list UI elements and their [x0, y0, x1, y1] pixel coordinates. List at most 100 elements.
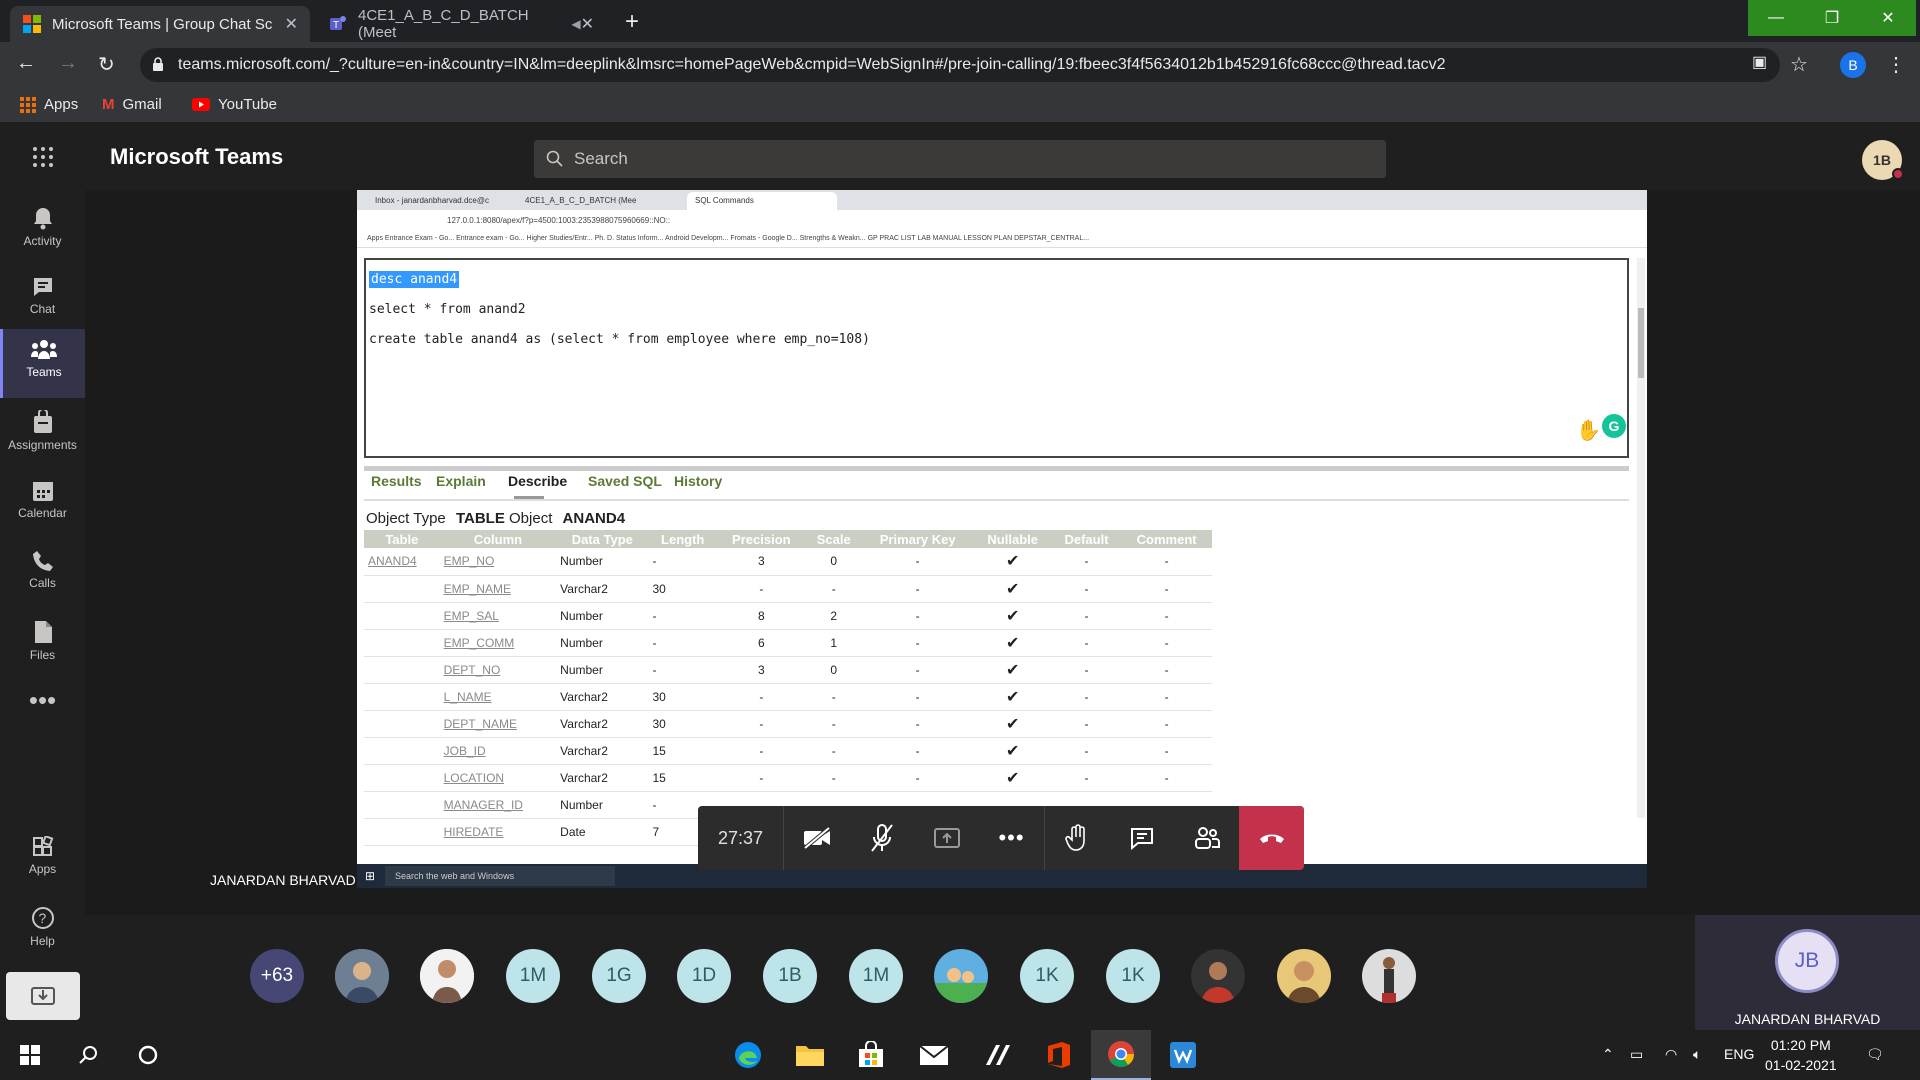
microsoft-logo-icon	[23, 15, 41, 33]
my-profile-avatar[interactable]: 1B	[1862, 140, 1904, 180]
table-cell[interactable]: DEPT_NO	[439, 656, 557, 684]
camera-off-button[interactable]	[784, 806, 849, 870]
taskbar-chrome[interactable]	[1091, 1030, 1151, 1080]
taskbar-store[interactable]	[841, 1030, 901, 1080]
column-header: Precision	[716, 530, 806, 548]
hang-up-button[interactable]	[1239, 806, 1304, 870]
rail-item-teams[interactable]: Teams	[0, 329, 85, 398]
participant-avatar[interactable]	[1191, 949, 1245, 1003]
call-controls: 27:37 •••	[698, 806, 1304, 870]
participant-avatar[interactable]: 1K	[1020, 949, 1074, 1003]
taskbar-edge[interactable]	[718, 1030, 778, 1080]
more-actions-button[interactable]: •••	[979, 806, 1044, 870]
search-input[interactable]: Search	[534, 140, 1386, 178]
close-window-button[interactable]: ✕	[1860, 0, 1916, 36]
table-cell[interactable]: HIREDATE	[439, 818, 557, 846]
table-cell[interactable]: EMP_COMM	[439, 629, 557, 657]
rail-item-help[interactable]: ? Help	[0, 896, 85, 962]
browser-tab-teams[interactable]: Microsoft Teams | Group Chat Sc ✕	[10, 6, 310, 42]
participant-avatar[interactable]	[420, 949, 474, 1003]
chrome-menu-icon[interactable]: ⋮	[1886, 52, 1906, 77]
raise-hand-button[interactable]	[1044, 806, 1109, 870]
mute-tab-icon[interactable]: ◀︎	[571, 17, 580, 31]
forward-icon[interactable]: →	[58, 52, 78, 75]
participant-avatar[interactable]	[934, 949, 988, 1003]
table-cell: 1	[805, 629, 862, 657]
rail-item-apps[interactable]: Apps	[0, 826, 85, 892]
table-cell: Number	[556, 629, 649, 657]
back-icon[interactable]: ←	[16, 52, 36, 75]
wifi-icon[interactable]: ◠	[1665, 1046, 1677, 1063]
participant-avatar[interactable]	[1277, 949, 1331, 1003]
taskbar-file-explorer[interactable]	[780, 1030, 840, 1080]
new-tab-button[interactable]: +	[625, 8, 639, 36]
column-header: Primary Key	[861, 530, 974, 548]
camera-blocked-icon[interactable]: ▣	[1752, 52, 1767, 72]
volume-icon[interactable]: 🔈︎	[1693, 1046, 1701, 1063]
participant-avatar[interactable]: 1G	[592, 949, 646, 1003]
address-bar[interactable]: teams.microsoft.com/_?culture=en-in&coun…	[140, 48, 1780, 82]
participant-avatar[interactable]: 1B	[763, 949, 817, 1003]
taskbar-search-button[interactable]	[58, 1030, 118, 1080]
table-cell: -	[1121, 656, 1212, 684]
rail-item-calls[interactable]: Calls	[0, 540, 85, 606]
participant-avatar[interactable]	[335, 949, 389, 1003]
cortana-button[interactable]	[118, 1030, 178, 1080]
browser-tab-meeting[interactable]: T 4CE1_A_B_C_D_BATCH (Meet ◀︎ ✕	[316, 6, 606, 42]
taskbar-whiteboard[interactable]	[1153, 1030, 1213, 1080]
rail-label: Calls	[29, 576, 56, 590]
rail-item-assignments[interactable]: Assignments	[0, 400, 85, 466]
bookmark-star-icon[interactable]: ☆	[1790, 52, 1808, 77]
system-clock[interactable]: 01:20 PM 01-02-2021	[1765, 1035, 1837, 1075]
rail-item-chat[interactable]: Chat	[0, 266, 85, 332]
restore-button[interactable]: ❐	[1804, 0, 1860, 36]
participant-avatar[interactable]	[1362, 949, 1416, 1003]
table-cell[interactable]: LOCATION	[439, 764, 557, 792]
table-cell: -	[1051, 764, 1122, 792]
table-cell[interactable]: DEPT_NAME	[439, 710, 557, 738]
show-hidden-icons[interactable]: ⌃	[1602, 1046, 1614, 1063]
rail-item-activity[interactable]: Activity	[0, 196, 85, 262]
rail-item-calendar[interactable]: Calendar	[0, 470, 85, 536]
table-cell[interactable]: ANAND4	[364, 548, 440, 576]
input-language[interactable]: ENG	[1724, 1046, 1754, 1062]
chat-button[interactable]	[1109, 806, 1174, 870]
rail-item-files[interactable]: Files	[0, 610, 85, 676]
taskbar-mail[interactable]	[904, 1030, 964, 1080]
minimize-button[interactable]: —	[1748, 0, 1804, 36]
participant-avatar[interactable]: 1M	[849, 949, 903, 1003]
battery-icon[interactable]: ▭	[1630, 1046, 1643, 1063]
table-cell[interactable]: EMP_NAME	[439, 575, 557, 603]
table-cell[interactable]: EMP_NO	[439, 548, 557, 576]
table-cell[interactable]: JOB_ID	[439, 737, 557, 765]
shared-tab: SQL Commands	[687, 192, 837, 210]
start-button[interactable]	[0, 1030, 60, 1080]
table-cell[interactable]: EMP_SAL	[439, 602, 557, 630]
close-tab-icon[interactable]: ✕	[581, 14, 594, 34]
more-icon: •••	[28, 685, 57, 715]
bookmark-youtube[interactable]: YouTube	[192, 96, 277, 113]
download-app-button[interactable]	[6, 972, 80, 1020]
reload-icon[interactable]: ↻	[98, 52, 115, 77]
lock-icon[interactable]	[152, 57, 164, 71]
close-tab-icon[interactable]: ✕	[285, 14, 298, 34]
participant-avatar[interactable]: 1K	[1106, 949, 1160, 1003]
mic-off-button[interactable]	[849, 806, 914, 870]
table-cell[interactable]: MANAGER_ID	[439, 791, 557, 819]
taskbar-office[interactable]	[1029, 1030, 1089, 1080]
taskbar-app[interactable]	[967, 1030, 1027, 1080]
bookmark-apps[interactable]: Apps	[20, 96, 78, 113]
more-apps-button[interactable]: •••	[0, 687, 85, 756]
participants-button[interactable]	[1174, 806, 1239, 870]
app-launcher-icon[interactable]	[32, 146, 54, 168]
overflow-participants[interactable]: +63	[250, 949, 304, 1003]
participant-avatar[interactable]: 1M	[506, 949, 560, 1003]
grammarly-icon: G	[1602, 414, 1626, 438]
assignments-icon	[33, 410, 52, 433]
table-cell[interactable]: L_NAME	[439, 683, 557, 711]
profile-avatar[interactable]: B	[1840, 52, 1866, 78]
bookmark-gmail[interactable]: M Gmail	[102, 96, 162, 113]
notifications-icon[interactable]: 🗨︎	[1866, 1046, 1884, 1063]
participant-avatar[interactable]: 1D	[677, 949, 731, 1003]
share-screen-button[interactable]	[914, 806, 979, 870]
